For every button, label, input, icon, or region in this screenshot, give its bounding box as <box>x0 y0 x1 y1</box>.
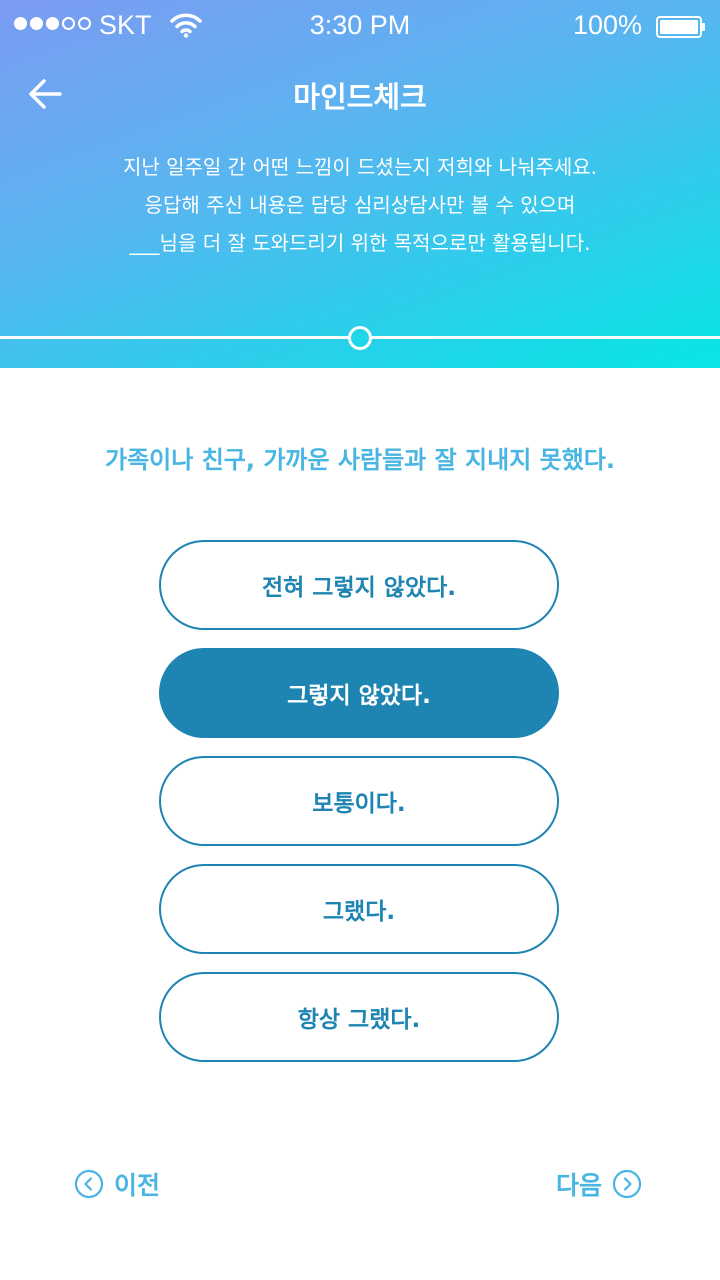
page-title: 마인드체크 <box>293 80 427 114</box>
chevron-right-circle-icon <box>612 1169 642 1199</box>
header: SKT 3:30 PM 100% 마인드체크 지난 일주일 간 어떤 느낌이 드… <box>0 0 720 368</box>
status-bar: SKT 3:30 PM 100% <box>0 0 720 52</box>
intro-line: 응답해 주신 내용은 담당 심리상담사만 볼 수 있으며 <box>144 193 576 217</box>
question-text: 가족이나 친구, 가까운 사람들과 잘 지내지 못했다. <box>105 446 615 474</box>
answer-option-always[interactable]: 항상 그랬다. <box>159 972 559 1062</box>
chevron-left-circle-icon <box>74 1169 104 1199</box>
answer-options: 전혀 그렇지 않았다. 그렇지 않았다. 보통이다. 그랬다. 항상 그랬다. <box>159 540 559 1080</box>
next-label: 다음 <box>555 1171 602 1200</box>
battery-icon <box>656 14 706 38</box>
intro-text: 지난 일주일 간 어떤 느낌이 드셨는지 저희와 나눠주세요. 응답해 주신 내… <box>40 148 680 262</box>
progress-indicator <box>348 326 372 350</box>
prev-button[interactable]: 이전 <box>74 1166 160 1202</box>
intro-line: 지난 일주일 간 어떤 느낌이 드셨는지 저희와 나눠주세요. <box>122 155 598 179</box>
prev-label: 이전 <box>114 1171 161 1200</box>
next-button[interactable]: 다음 <box>556 1166 642 1202</box>
answer-option-sometimes[interactable]: 보통이다. <box>159 756 559 846</box>
battery-percentage: 100% <box>572 10 642 40</box>
intro-line: ___님을 더 잘 도와드리기 위한 목적으로만 활용됩니다. <box>129 231 591 255</box>
answer-option-never[interactable]: 전혀 그렇지 않았다. <box>159 540 559 630</box>
answer-option-rarely[interactable]: 그렇지 않았다. <box>159 648 559 738</box>
answer-option-often[interactable]: 그랬다. <box>159 864 559 954</box>
mind-check-screen: SKT 3:30 PM 100% 마인드체크 지난 일주일 간 어떤 느낌이 드… <box>0 0 720 1280</box>
